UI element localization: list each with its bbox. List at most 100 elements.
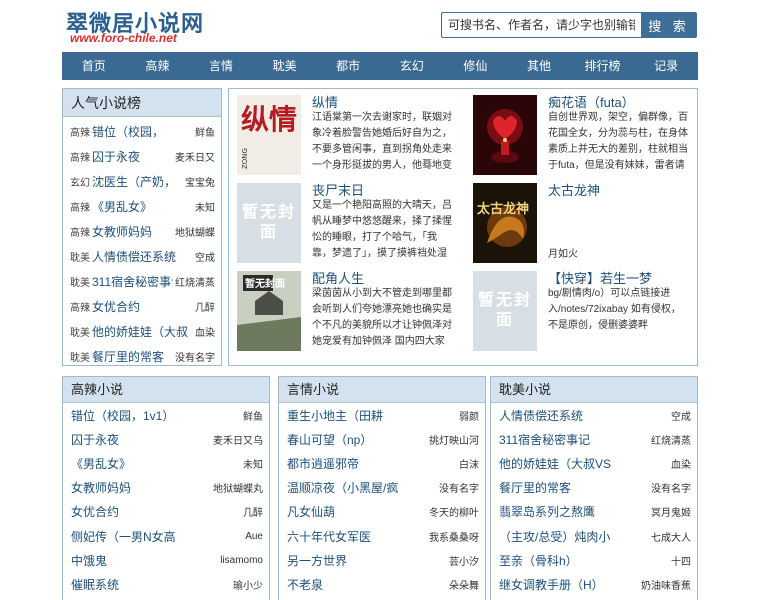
- nav-item-danmei[interactable]: 耽美: [253, 52, 317, 80]
- list-item: 六十年代女军医 我系桑桑呀: [279, 524, 485, 548]
- rank-book-link[interactable]: 女优合约: [92, 298, 193, 315]
- book-link[interactable]: 中饿鬼: [71, 552, 218, 569]
- book-link[interactable]: 都市逍遥邪帝: [287, 455, 457, 472]
- book-title-link[interactable]: 配角人生: [312, 268, 364, 287]
- nav-item-xuanhuan[interactable]: 玄幻: [380, 52, 444, 80]
- rank-book-link[interactable]: 《男乱女》: [92, 198, 193, 215]
- rank-category: 高辣: [70, 153, 90, 164]
- rank-book-link[interactable]: 311宿舍秘密事记: [92, 273, 173, 290]
- featured-books-panel: 纵情 ZONG 纵情 江语棠第一次去谢家时，联姻对象冷着脸警告她婚后好自为之，不…: [228, 88, 698, 366]
- rank-book-link[interactable]: 囚于永夜: [92, 148, 173, 165]
- book-title-link[interactable]: 丧尸末日: [312, 180, 364, 199]
- book-cover-peijiaorensheng: 暂无封面: [237, 271, 301, 351]
- book-link[interactable]: 餐厅里的常客: [499, 479, 649, 496]
- rank-row: 耽美 人情债偿还系统 空成: [63, 244, 221, 269]
- book-cover-chihuayu: [473, 95, 537, 175]
- book-link[interactable]: 春山可望（np）: [287, 431, 427, 448]
- category-list: 错位（校园，1v1） 鲜鱼 囚于永夜 麦禾日又乌 《男乱女》 未知 女教师妈妈 地狱蝴蝶…: [63, 403, 269, 597]
- book-link[interactable]: 温顺凉夜（小黑屋/疯: [287, 479, 437, 496]
- book-link[interactable]: 错位（校园，1v1）: [71, 407, 241, 424]
- featured-item: 纵情 ZONG 纵情 江语棠第一次去谢家时，联姻对象冷着脸警告她婚后好自为之，不…: [229, 89, 455, 175]
- book-cover-taigulongshen: 太古龙神: [473, 183, 537, 263]
- book-author: lisamomo: [220, 554, 263, 566]
- cover-placeholder-text: 暂无封面: [477, 292, 532, 329]
- book-author: 白沫: [459, 459, 479, 471]
- rank-author: 几醉: [195, 303, 215, 314]
- nav-item-other[interactable]: 其他: [507, 52, 571, 80]
- rank-category: 高辣: [70, 128, 90, 139]
- book-link[interactable]: 另一方世界: [287, 552, 447, 569]
- book-cover-image[interactable]: 暂无封面: [237, 271, 301, 351]
- book-link[interactable]: 他的娇娃娃（大叔VS: [499, 455, 669, 472]
- book-cover-image[interactable]: [473, 95, 537, 175]
- book-link[interactable]: 侧妃传（一男N女高: [71, 528, 243, 545]
- category-title: 言情小说: [279, 377, 485, 403]
- rank-book-link[interactable]: 他的娇娃娃（大叔: [92, 323, 193, 340]
- search-input[interactable]: [441, 12, 641, 38]
- book-link[interactable]: 至亲（骨科h）: [499, 552, 669, 569]
- book-author: 瑜小少: [233, 580, 263, 592]
- rank-row: 耽美311宿舍秘密事记红烧清蒸: [63, 269, 221, 294]
- book-link[interactable]: 继女调教手册（H）: [499, 576, 639, 593]
- rank-category: 高辣: [70, 228, 90, 239]
- book-title-link[interactable]: 【快穿】若生一梦: [548, 268, 652, 287]
- rank-book-link[interactable]: 女教师妈妈: [92, 223, 173, 240]
- rank-category: 玄幻: [70, 178, 90, 189]
- list-item: 凡女仙葫 冬天的柳叶: [279, 500, 485, 524]
- rank-book-link[interactable]: 沈医生（产奶，: [92, 173, 183, 190]
- nav-item-gaola[interactable]: 高辣: [126, 52, 190, 80]
- category-panel-gaola: 高辣小说 错位（校园，1v1） 鲜鱼 囚于永夜 麦禾日又乌 《男乱女》 未知 女教师妈…: [62, 376, 270, 600]
- book-title-link[interactable]: 太古龙神: [548, 180, 600, 199]
- book-link[interactable]: 《男乱女》: [71, 455, 241, 472]
- book-link[interactable]: 凡女仙葫: [287, 503, 427, 520]
- book-cover-placeholder[interactable]: 暂无封面: [473, 271, 537, 351]
- rank-book-link[interactable]: 餐厅里的常客: [92, 348, 173, 365]
- book-cover-image[interactable]: 太古龙神: [473, 183, 537, 263]
- book-link[interactable]: 女优合约: [71, 503, 241, 520]
- nav-item-yanqing[interactable]: 言情: [189, 52, 253, 80]
- rank-book-link[interactable]: 错位（校园，: [92, 123, 193, 140]
- search-button[interactable]: 搜 索: [641, 12, 697, 38]
- nav-item-ranking[interactable]: 排行榜: [571, 52, 635, 80]
- cover-title-text: 太古龙神: [476, 201, 529, 217]
- book-link[interactable]: 人情债偿还系统: [499, 407, 669, 424]
- featured-item: 暂无封面 配角人生 梁茵茵从小到大不管走到哪里都会听到人们夸她漂亮她也确实是个不…: [229, 265, 455, 351]
- book-link[interactable]: 催眠系统: [71, 576, 231, 593]
- book-cover-placeholder[interactable]: 暂无封面: [237, 183, 301, 263]
- book-title-link[interactable]: 纵情: [312, 92, 338, 111]
- book-cover-image[interactable]: 纵情 ZONG: [237, 95, 301, 175]
- book-link[interactable]: 六十年代女军医: [287, 528, 427, 545]
- rank-row: 高辣 女优合约 几醉: [63, 294, 221, 319]
- site-logo-url: www.foro-chile.net: [70, 31, 177, 45]
- book-description: 自创世界观，架空，偏群像，百花国全女，分为蕊与柱，在身体素质上并无大的差别，柱就…: [548, 112, 688, 171]
- book-link[interactable]: 翡翠岛系列之熬鹰: [499, 503, 649, 520]
- popular-rank-panel: 人气小说榜 高辣 错位（校园， 鲜鱼 高辣 囚于永夜 麦禾日又 玄幻 沈医生（产奶， 宝宝兔…: [62, 88, 222, 366]
- book-author: 地狱蝴蝶丸: [213, 484, 263, 496]
- book-link[interactable]: （主攻/总受）炖肉小: [499, 528, 649, 545]
- list-item: （主攻/总受）炖肉小 七成大人: [491, 524, 697, 548]
- nav-item-home[interactable]: 首页: [62, 52, 126, 80]
- list-item: 催眠系统 瑜小少: [63, 572, 269, 596]
- list-item: 温顺凉夜（小黑屋/疯 没有名字: [279, 476, 485, 500]
- category-title: 耽美小说: [491, 377, 697, 403]
- nav-item-xiuxian[interactable]: 修仙: [444, 52, 508, 80]
- list-item: 女优合约 几醉: [63, 500, 269, 524]
- nav-item-history[interactable]: 记录: [634, 52, 698, 80]
- rank-book-link[interactable]: 人情债偿还系统: [92, 248, 193, 265]
- nav-item-dushi[interactable]: 都市: [316, 52, 380, 80]
- book-link[interactable]: 重生小地主（田耕: [287, 407, 457, 424]
- svg-text:ZONG: ZONG: [241, 148, 249, 169]
- book-link[interactable]: 不老泉: [287, 576, 447, 593]
- book-author: Aue: [245, 530, 263, 542]
- book-link[interactable]: 311宿舍秘密事记: [499, 431, 649, 448]
- list-item: 人情债偿还系统 空成: [491, 403, 697, 427]
- rank-row: 高辣 《男乱女》 未知: [63, 194, 221, 219]
- list-item: 继女调教手册（H） 奶油味香蕉: [491, 572, 697, 596]
- cover-placeholder-text: 暂无封面: [241, 204, 296, 241]
- book-author: 红烧清蒸: [651, 435, 691, 447]
- book-author: 麦禾日又乌: [213, 435, 263, 447]
- book-title-link[interactable]: 痴花语（futa）: [548, 92, 635, 111]
- featured-item: 暂无封面 【快穿】若生一梦 bg/剧情肉/o）可以点链接进入/notes/72i…: [465, 265, 691, 351]
- book-link[interactable]: 女教师妈妈: [71, 479, 211, 496]
- book-link[interactable]: 囚于永夜: [71, 431, 211, 448]
